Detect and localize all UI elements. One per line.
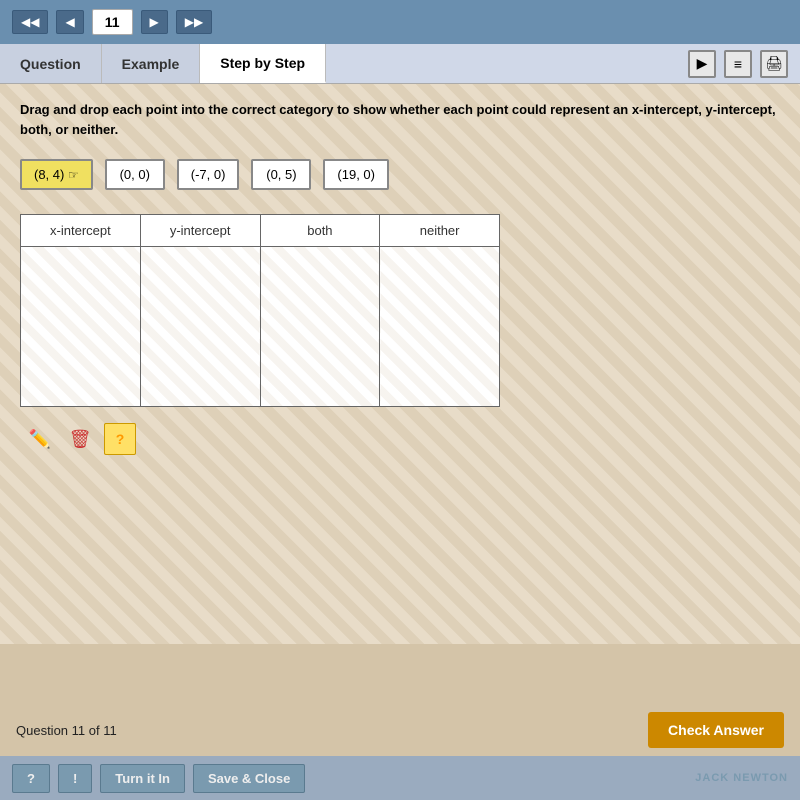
point-chip-p1[interactable]: (8, 4) ☞ — [20, 159, 93, 190]
question-number: 11 — [92, 9, 133, 35]
watermark: JACK NEWTON — [695, 772, 788, 784]
footer-btn-exclaim[interactable]: ! — [58, 764, 92, 793]
instructions-text: Drag and drop each point into the correc… — [20, 100, 780, 139]
footer-bar: ? ! Turn it In Save & Close JACK NEWTON — [0, 756, 800, 800]
footer-btn-help[interactable]: ? — [12, 764, 50, 793]
point-chip-p5[interactable]: (19, 0) — [323, 159, 389, 190]
main-container: ◀◀ ◀ 11 ▶ ▶▶ Question Example Step by St… — [0, 0, 800, 800]
col-header-x-intercept: x-intercept — [21, 215, 141, 247]
point-label-p1: (8, 4) — [34, 167, 64, 182]
top-nav: ◀◀ ◀ 11 ▶ ▶▶ — [0, 0, 800, 44]
points-row: (8, 4) ☞ (0, 0) (-7, 0) (0, 5) (19, 0) — [20, 159, 780, 190]
drop-zone-both[interactable] — [260, 247, 380, 407]
footer-btn-saveclose[interactable]: Save & Close — [193, 764, 305, 793]
back-button[interactable]: ◀ — [56, 10, 83, 34]
drop-zone-neither[interactable] — [380, 247, 500, 407]
pencil-tool[interactable]: ✏️ — [24, 423, 56, 455]
forward-button[interactable]: ▶ — [141, 10, 168, 34]
cursor-icon: ☞ — [68, 168, 79, 182]
trash-tool[interactable]: 🗑 — [64, 423, 96, 455]
forward-double-button[interactable]: ▶▶ — [176, 10, 212, 34]
point-chip-p2[interactable]: (0, 0) — [105, 159, 165, 190]
point-label-p2: (0, 0) — [120, 167, 150, 182]
point-chip-p4[interactable]: (0, 5) — [251, 159, 311, 190]
col-header-neither: neither — [380, 215, 500, 247]
point-label-p5: (19, 0) — [337, 167, 375, 182]
back-double-button[interactable]: ◀◀ — [12, 10, 48, 34]
drop-table: x-intercept y-intercept both neither — [20, 214, 500, 407]
tab-stepbystep[interactable]: Step by Step — [200, 44, 326, 83]
footer-btn-turnin[interactable]: Turn it In — [100, 764, 185, 793]
tab-example[interactable]: Example — [102, 44, 201, 83]
book-icon-btn[interactable]: ≡ — [724, 50, 752, 78]
col-header-y-intercept: y-intercept — [140, 215, 260, 247]
play-icon-btn[interactable]: ▶ — [688, 50, 716, 78]
point-label-p3: (-7, 0) — [191, 167, 226, 182]
point-label-p4: (0, 5) — [266, 167, 296, 182]
tab-bar: Question Example Step by Step ▶ ≡ 🖨 — [0, 44, 800, 84]
col-header-both: both — [260, 215, 380, 247]
drop-zone-x-intercept[interactable] — [21, 247, 141, 407]
status-bar: Question 11 of 11 Check Answer — [0, 704, 800, 756]
content-area: Drag and drop each point into the correc… — [0, 84, 800, 644]
print-icon-btn[interactable]: 🖨 — [760, 50, 788, 78]
point-chip-p3[interactable]: (-7, 0) — [177, 159, 240, 190]
tab-icons: ▶ ≡ 🖨 — [688, 44, 800, 83]
question-count-label: Question 11 of 11 — [16, 723, 117, 738]
drop-zone-y-intercept[interactable] — [140, 247, 260, 407]
check-answer-button[interactable]: Check Answer — [648, 712, 784, 748]
bottom-toolbar: ✏️ 🗑 ? — [20, 423, 780, 455]
help-tool[interactable]: ? — [104, 423, 136, 455]
tab-question[interactable]: Question — [0, 44, 102, 83]
